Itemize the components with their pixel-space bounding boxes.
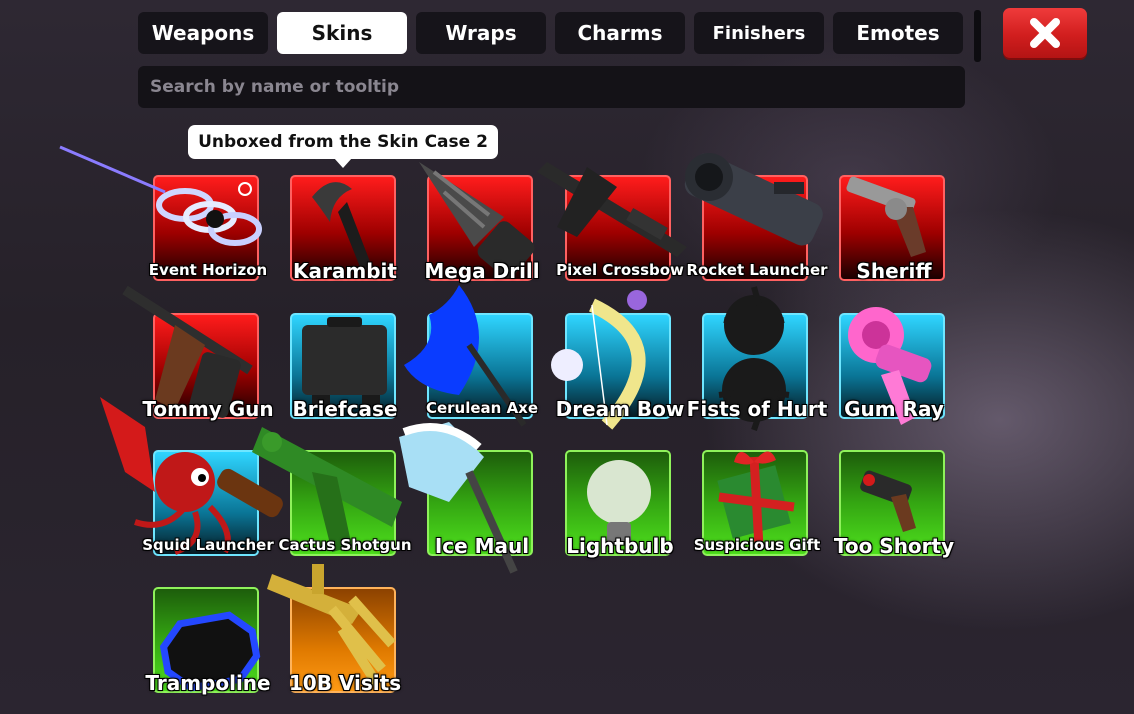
item-card-tommy-gun[interactable]: Tommy Gun	[122, 285, 274, 421]
item-card-trampoline[interactable]: Trampoline	[145, 587, 271, 695]
close-icon	[1030, 18, 1060, 48]
tab-charms[interactable]: Charms	[555, 12, 685, 54]
item-card-briefcase[interactable]: Briefcase	[290, 313, 398, 421]
item-card-10b-visits[interactable]: 10B Visits	[267, 564, 401, 695]
item-label: Sheriff	[856, 259, 932, 283]
close-button[interactable]	[1003, 8, 1087, 58]
tab-weapons[interactable]: Weapons	[138, 12, 268, 54]
item-card-fists-of-hurt[interactable]: Fists of Hurt	[687, 286, 827, 431]
item-card-squid-launcher[interactable]: Squid Launcher	[100, 397, 283, 556]
item-card-rocket-launcher[interactable]: Rocket Launcher	[684, 153, 828, 281]
item-card-sheriff[interactable]: Sheriff	[839, 175, 945, 283]
item-card-cerulean-axe[interactable]: Cerulean Axe	[404, 285, 538, 427]
item-card-too-shorty[interactable]: Too Shorty	[834, 450, 954, 558]
item-card-cactus-shotgun[interactable]: Cactus Shotgun	[252, 427, 412, 556]
item-card-ice-maul[interactable]: Ice Maul	[399, 422, 533, 574]
search-bar	[138, 66, 965, 108]
tab-skins[interactable]: Skins	[277, 12, 407, 54]
item-card-gum-ray[interactable]: Gum Ray	[839, 307, 945, 425]
item-label: Too Shorty	[833, 534, 955, 558]
tab-finishers[interactable]: Finishers	[694, 12, 824, 54]
item-card-pixel-crossbow[interactable]: Pixel Crossbow	[537, 162, 687, 281]
item-label: 10B Visits	[288, 671, 402, 695]
item-card-suspicious-gift[interactable]: Suspicious Gift	[694, 450, 820, 556]
tabs-scrollbar[interactable]	[974, 10, 981, 62]
item-card-lightbulb[interactable]: Lightbulb	[565, 450, 674, 558]
item-tooltip: Unboxed from the Skin Case 2	[188, 125, 498, 168]
search-input[interactable]	[148, 76, 965, 98]
item-card-mega-drill[interactable]: Mega Drill	[419, 162, 540, 283]
category-tabs: Weapons Skins Wraps Charms Finishers Emo…	[138, 12, 963, 54]
tab-emotes[interactable]: Emotes	[833, 12, 963, 54]
tab-wraps[interactable]: Wraps	[416, 12, 546, 54]
item-label: Gum Ray	[844, 397, 944, 421]
item-card-karambit[interactable]: Karambit	[290, 175, 397, 283]
item-card-event-horizon[interactable]: Event Horizon	[59, 145, 267, 281]
item-card-dream-bow[interactable]: Dream Bow	[551, 290, 684, 430]
